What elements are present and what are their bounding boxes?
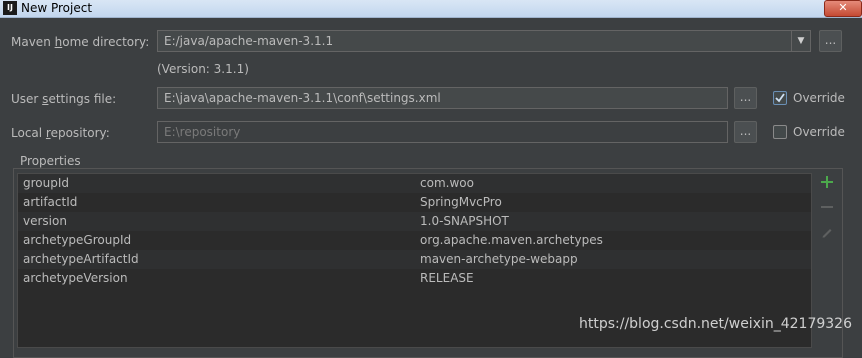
- app-icon: IJ: [3, 1, 17, 15]
- close-button[interactable]: ✕: [824, 0, 862, 17]
- maven-home-browse-button[interactable]: ...: [819, 30, 842, 52]
- properties-title: Properties: [17, 154, 84, 168]
- window-title: New Project: [21, 1, 93, 15]
- property-key: archetypeGroupId: [23, 233, 132, 247]
- table-row[interactable]: artifactId SpringMvcPro: [18, 193, 811, 212]
- table-row[interactable]: archetypeArtifactId maven-archetype-weba…: [18, 250, 811, 269]
- property-value: SpringMvcPro: [420, 195, 502, 209]
- property-value: com.woo: [420, 176, 474, 190]
- chevron-down-icon[interactable]: ▼: [791, 30, 811, 52]
- local-repo-field[interactable]: E:\repository: [157, 121, 728, 143]
- property-key: groupId: [23, 176, 70, 190]
- local-repo-label: Local repository:: [11, 126, 110, 140]
- title-bar: IJ New Project ✕: [0, 0, 862, 18]
- watermark: https://blog.csdn.net/weixin_42179326: [578, 316, 852, 332]
- checkmark-icon: [775, 93, 785, 103]
- edit-icon[interactable]: [814, 225, 840, 245]
- property-value: maven-archetype-webapp: [420, 252, 578, 266]
- add-icon[interactable]: [814, 175, 840, 195]
- table-row[interactable]: groupId com.woo: [18, 174, 811, 193]
- table-row[interactable]: version 1.0-SNAPSHOT: [18, 212, 811, 231]
- user-settings-browse-button[interactable]: ...: [734, 87, 757, 109]
- local-repo-override-checkbox[interactable]: [773, 125, 787, 139]
- user-settings-label: User settings file:: [11, 92, 117, 106]
- property-key: artifactId: [23, 195, 78, 209]
- local-repo-override-label: Override: [793, 125, 845, 139]
- property-value: org.apache.maven.archetypes: [420, 233, 603, 247]
- user-settings-field[interactable]: E:\java\apache-maven-3.1.1\conf\settings…: [157, 87, 728, 109]
- maven-home-combo[interactable]: E:/java/apache-maven-3.1.1: [157, 30, 793, 52]
- local-repo-browse-button[interactable]: ...: [734, 121, 757, 143]
- property-key: archetypeArtifactId: [23, 252, 139, 266]
- user-settings-override-checkbox[interactable]: [773, 91, 787, 105]
- remove-icon[interactable]: [814, 200, 840, 220]
- maven-home-label: Maven home directory:: [11, 35, 150, 49]
- table-row[interactable]: archetypeVersion RELEASE: [18, 269, 811, 288]
- property-value: RELEASE: [420, 271, 474, 285]
- property-key: archetypeVersion: [23, 271, 128, 285]
- property-key: version: [23, 214, 67, 228]
- property-value: 1.0-SNAPSHOT: [420, 214, 509, 228]
- maven-version-note: (Version: 3.1.1): [157, 62, 249, 76]
- user-settings-override-label: Override: [793, 91, 845, 105]
- table-row[interactable]: archetypeGroupId org.apache.maven.archet…: [18, 231, 811, 250]
